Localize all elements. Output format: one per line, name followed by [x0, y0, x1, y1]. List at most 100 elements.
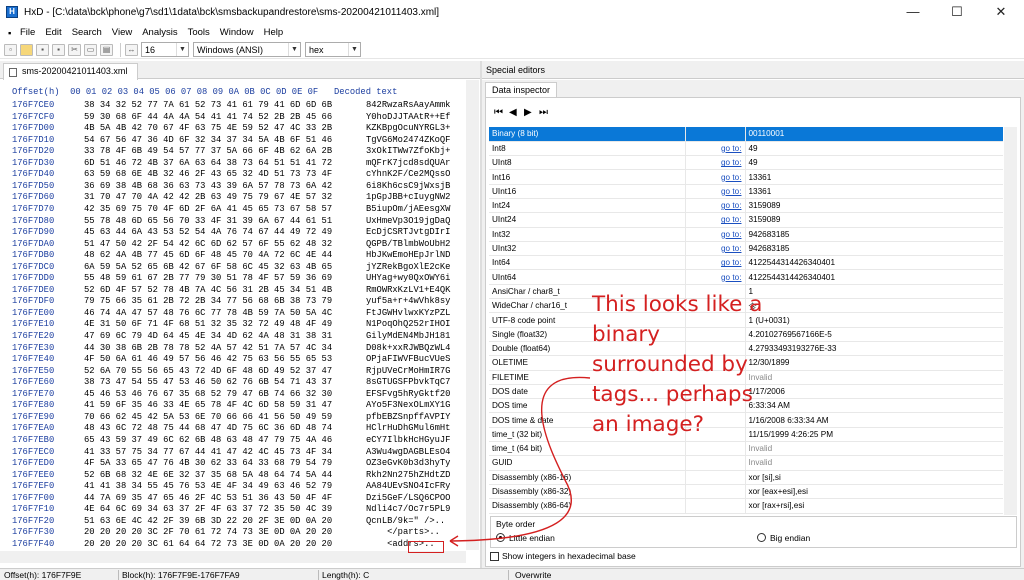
hex-row[interactable]: 176F7D70 42 35 69 75 70 4F 6D 2F 6A 41 45… [12, 204, 450, 215]
hex-row-bytes[interactable]: 47 69 6C 79 4D 64 45 4E 34 4D 62 4A 48 3… [84, 331, 332, 342]
hex-row-decoded-text[interactable]: UHYag+wy0QxOWY6i [366, 273, 450, 284]
hex-row-bytes[interactable]: 59 30 68 6F 44 4A 4A 54 41 41 74 52 2B 2… [84, 112, 332, 123]
data-inspector-row[interactable]: UInt16 go to: 13361 [489, 184, 1003, 199]
data-inspector-value[interactable]: xor [si],si [745, 470, 1003, 485]
hex-row[interactable]: 176F7D60 31 70 47 70 4A 42 42 2B 63 49 75… [12, 192, 450, 203]
data-inspector-value[interactable]: 4122544314426340401 [745, 255, 1003, 271]
hex-row-bytes[interactable]: 52 6A 70 55 56 65 43 72 4D 6F 48 6D 49 5… [84, 366, 332, 377]
hex-row-bytes[interactable]: 45 63 44 6A 43 53 52 54 4A 76 74 67 44 4… [84, 227, 332, 238]
offset-base-select[interactable]: hex ▼ [305, 42, 361, 57]
hex-row[interactable]: 176F7D00 4B 5A 4B 42 70 67 4F 63 75 4E 59… [12, 123, 450, 134]
go-to-link[interactable]: go to: [685, 184, 746, 199]
hex-row-bytes[interactable]: 48 62 4A 4B 77 45 6D 6F 48 45 70 4A 72 6… [84, 250, 332, 261]
data-inspector-row[interactable]: UInt64 go to: 4122544314426340401 [489, 269, 1003, 285]
hex-row-decoded-text[interactable]: Ndli4c7/Oc7r5PL9 [366, 504, 450, 515]
data-inspector-row[interactable]: UInt32 go to: 942683185 [489, 241, 1003, 257]
data-inspector-value[interactable]: 1 (U+0031) [745, 312, 1003, 328]
hex-row-bytes[interactable]: 45 46 53 46 76 67 35 68 52 79 47 6B 74 6… [84, 389, 332, 400]
hex-row[interactable]: 176F7EF0 41 41 38 34 55 45 76 53 4E 4F 34… [12, 481, 450, 492]
charset-select[interactable]: Windows (ANSI) ▼ [193, 42, 301, 57]
go-to-link[interactable]: go to: [685, 269, 746, 285]
data-inspector-value[interactable]: 13361 [745, 184, 1003, 199]
hex-row-decoded-text[interactable]: AA84UEvSNO4IcFRy [366, 481, 450, 492]
data-inspector-value[interactable]: 6:33:34 AM [745, 398, 1003, 414]
hex-row[interactable]: 176F7CF0 59 30 68 6F 44 4A 4A 54 41 41 74… [12, 112, 450, 123]
data-inspector-value[interactable]: 49 [745, 155, 1003, 171]
go-to-link[interactable]: go to: [685, 155, 746, 171]
hex-row-bytes[interactable]: 20 20 20 20 3C 61 64 64 72 73 3E 0D 0A 2… [84, 539, 332, 550]
hex-row[interactable]: 176F7ED0 4F 5A 33 65 47 76 4B 30 62 33 64… [12, 458, 450, 469]
hex-row-bytes[interactable]: 33 78 4F 6B 49 54 57 77 37 5A 66 6F 4B 6… [84, 146, 332, 157]
data-inspector-value[interactable]: xor [eax+esi],esi [745, 484, 1003, 500]
hex-row-decoded-text[interactable]: HClrHuDhGMul6mHt [366, 423, 450, 434]
hex-row-bytes[interactable]: 79 75 66 35 61 2B 72 2B 34 77 56 68 6B 3… [84, 296, 332, 307]
hex-row[interactable]: 176F7E60 38 73 47 54 55 47 53 46 50 62 76… [12, 377, 450, 388]
hex-row-decoded-text[interactable]: 6i8Kh6csC9jWxsjB [366, 181, 450, 192]
hex-row-bytes[interactable]: 4E 31 50 6F 71 4F 68 51 32 35 32 72 49 4… [84, 319, 332, 330]
data-inspector-row[interactable]: Int24 go to: 3159089 [489, 198, 1003, 214]
tab-data-inspector[interactable]: Data inspector [485, 82, 558, 97]
hex-row-bytes[interactable]: 38 34 32 52 77 7A 61 52 73 41 61 79 41 6… [84, 100, 332, 111]
hex-row[interactable]: 176F7EC0 41 33 57 75 34 77 67 44 41 47 42… [12, 447, 450, 458]
data-inspector-value[interactable]: 00110001 [745, 127, 1003, 142]
next-icon[interactable]: ▶ [524, 107, 536, 118]
data-inspector-value[interactable]: 3159089 [745, 212, 1003, 228]
go-to-link[interactable]: go to: [685, 255, 746, 271]
hex-row[interactable]: 176F7E10 4E 31 50 6F 71 4F 68 51 32 35 32… [12, 319, 450, 330]
hex-row-bytes[interactable]: 54 67 56 47 36 4D 6F 32 34 37 34 5A 4B 6… [84, 135, 332, 146]
hex-row-bytes[interactable]: 41 33 57 75 34 77 67 44 41 47 42 4C 45 7… [84, 447, 332, 458]
data-inspector-value[interactable]: xor [rax+rsi],esi [745, 498, 1003, 514]
menu-window[interactable]: Window [216, 27, 260, 38]
hex-row[interactable]: 176F7DF0 79 75 66 35 61 2B 72 2B 34 77 56… [12, 296, 450, 307]
data-inspector-row[interactable]: Int8 go to: 49 [489, 141, 1003, 157]
hex-row-decoded-text[interactable]: mQFrK7jcd8sdQUAr [366, 158, 450, 169]
hex-row-decoded-text[interactable]: EcDjCSRTJvtgDIrI [366, 227, 450, 238]
hex-row-decoded-text[interactable]: A3Wu4wgDAGBLEsO4 [366, 447, 450, 458]
hex-row[interactable]: 176F7D50 36 69 38 4B 68 36 63 73 43 39 6A… [12, 181, 450, 192]
go-to-link[interactable]: go to: [685, 141, 746, 157]
go-to-link[interactable]: go to: [685, 241, 746, 257]
hex-row-decoded-text[interactable]: RjpUVeCrMoHmIR7G [366, 366, 450, 377]
hex-row[interactable]: 176F7CE0 38 34 32 52 77 7A 61 52 73 41 61… [12, 100, 450, 111]
hex-row[interactable]: 176F7F30 20 20 20 20 3C 2F 70 61 72 74 73… [12, 527, 440, 538]
hex-row[interactable]: 176F7F00 44 7A 69 35 47 65 46 2F 4C 53 51… [12, 493, 450, 504]
hex-row-bytes[interactable]: 48 43 6C 72 48 75 44 68 47 4D 75 6C 36 6… [84, 423, 332, 434]
hex-row-bytes[interactable]: 4B 5A 4B 42 70 67 4F 63 75 4E 59 52 47 4… [84, 123, 332, 134]
open-folder-icon[interactable] [20, 43, 33, 56]
hex-row[interactable]: 176F7F10 4E 64 6C 69 34 63 37 2F 4F 63 37… [12, 504, 450, 515]
hex-row-bytes[interactable]: 55 48 59 61 67 2B 77 79 30 51 78 4F 57 5… [84, 273, 332, 284]
hex-horizontal-scrollbar[interactable] [0, 551, 466, 563]
menu-analysis[interactable]: Analysis [138, 27, 183, 38]
data-inspector-value[interactable]: 4122544314426340401 [745, 269, 1003, 285]
menu-help[interactable]: Help [260, 27, 290, 38]
data-inspector-value[interactable]: 3159089 [745, 198, 1003, 214]
hex-row-bytes[interactable]: 46 74 4A 47 57 48 76 6C 77 78 4B 59 7A 5… [84, 308, 332, 319]
hex-row-decoded-text[interactable]: Y0hoDJJTAAtR++Ef [366, 112, 450, 123]
menu-search[interactable]: Search [68, 27, 108, 38]
hex-row-decoded-text[interactable]: AYo5F3NexOLmXY1G [366, 400, 450, 411]
hex-row[interactable]: 176F7D80 55 78 48 6D 65 56 70 33 4F 31 39… [12, 216, 450, 227]
go-to-link[interactable]: go to: [685, 227, 746, 242]
hex-row-decoded-text[interactable]: QGPB/TBlmbWoUbH2 [366, 239, 450, 250]
hex-row-bytes[interactable]: 41 59 6F 35 46 33 4E 65 78 4F 4C 6D 58 5… [84, 400, 332, 411]
hex-row-decoded-text[interactable]: jYZRekBgoXlE2cKe [366, 262, 450, 273]
hex-row-decoded-text[interactable]: FtJGWHvlwxKYzPZL [366, 308, 450, 319]
hex-row[interactable]: 176F7DB0 48 62 4A 4B 77 45 6D 6F 48 45 70… [12, 250, 450, 261]
menu-view[interactable]: View [108, 27, 138, 38]
hex-row[interactable]: 176F7E40 4F 50 6A 61 46 49 57 56 46 42 75… [12, 354, 450, 365]
data-inspector-row[interactable]: Int16 go to: 13361 [489, 169, 1003, 185]
data-inspector-row[interactable]: Disassembly (x86-64) xor [rax+rsi],esi [489, 498, 1003, 514]
hex-row-bytes[interactable]: 51 63 6E 4C 42 2F 39 6B 3D 22 20 2F 3E 0… [84, 516, 332, 527]
hex-row-bytes[interactable]: 51 47 50 42 2F 54 42 6C 6D 62 57 6F 55 6… [84, 239, 332, 250]
editor-file-tab[interactable]: sms-20200421011403.xml [3, 63, 139, 80]
hex-row-bytes[interactable]: 52 6B 68 32 4E 6E 32 37 35 68 5A 48 64 7… [84, 470, 332, 481]
hex-row-bytes[interactable]: 4F 5A 33 65 47 76 4B 30 62 33 64 33 68 7… [84, 458, 332, 469]
paste-icon[interactable]: ▤ [100, 43, 113, 56]
hex-row-decoded-text[interactable]: QcnLB/9k=" />.. [366, 516, 450, 527]
data-inspector-row[interactable]: GUID Invalid [489, 455, 1003, 471]
hex-row-bytes[interactable]: 52 6D 4F 57 52 78 4B 7A 4C 56 31 2B 45 3… [84, 285, 332, 296]
hex-row[interactable]: 176F7EE0 52 6B 68 32 4E 6E 32 37 35 68 5A… [12, 470, 450, 481]
hex-row-decoded-text[interactable]: cYhnK2F/Ce2MQssO [366, 169, 450, 180]
data-inspector-value[interactable]: 942683185 [745, 227, 1003, 242]
go-to-link[interactable]: go to: [685, 198, 746, 214]
